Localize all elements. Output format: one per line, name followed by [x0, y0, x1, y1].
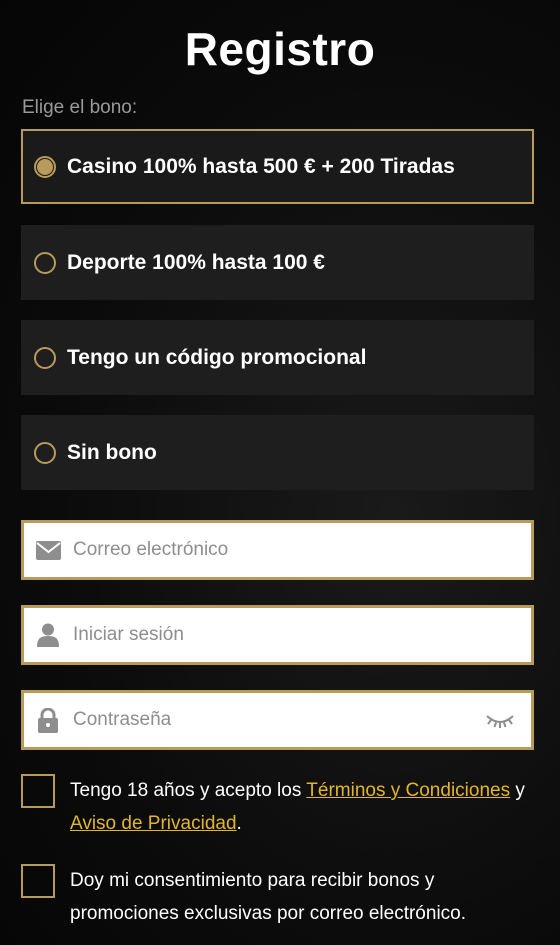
user-icon: [35, 623, 61, 647]
bonus-option-label: Tengo un código promocional: [67, 345, 367, 369]
radio-selected-icon[interactable]: [34, 155, 56, 178]
marketing-consent-checkbox[interactable]: [21, 864, 55, 898]
email-field: [21, 520, 534, 580]
login-field: [21, 605, 534, 665]
terms-link[interactable]: Términos y Condiciones: [306, 780, 510, 801]
page-title: Registro: [184, 23, 376, 75]
age-consent-text: Tengo 18 años y acepto los Términos y Co…: [70, 774, 525, 840]
radio-icon[interactable]: [34, 346, 56, 369]
radio-icon[interactable]: [34, 251, 56, 274]
bonus-option-no-bonus[interactable]: Sin bono: [21, 415, 534, 490]
bonus-label: Elige el bono:: [22, 97, 138, 118]
bonus-option-sport[interactable]: Deporte 100% hasta 100 €: [21, 225, 534, 300]
email-input[interactable]: [73, 523, 531, 577]
age-consent-text-mid: y: [510, 780, 525, 801]
password-field: [21, 690, 534, 750]
password-input[interactable]: [73, 693, 485, 747]
marketing-consent-text: Doy mi consentimiento para recibir bonos…: [70, 870, 467, 924]
envelope-icon: [35, 538, 61, 562]
bonus-option-label: Deporte 100% hasta 100 €: [67, 250, 325, 274]
bonus-option-promo-code[interactable]: Tengo un código promocional: [21, 320, 534, 395]
privacy-link[interactable]: Aviso de Privacidad: [70, 813, 237, 834]
marketing-consent-row: Doy mi consentimiento para recibir bonos…: [21, 864, 536, 930]
age-consent-row: Tengo 18 años y acepto los Términos y Co…: [21, 774, 536, 840]
bonus-option-label: Sin bono: [67, 440, 157, 464]
lock-icon: [35, 707, 61, 733]
age-consent-checkbox[interactable]: [21, 774, 55, 808]
radio-icon[interactable]: [34, 441, 56, 464]
eye-closed-icon[interactable]: [485, 710, 515, 730]
bonus-option-label: Casino 100% hasta 500 € + 200 Tiradas: [67, 154, 455, 178]
age-consent-text-before: Tengo 18 años y acepto los: [70, 780, 307, 801]
age-consent-text-after: .: [236, 813, 242, 834]
bonus-option-casino[interactable]: Casino 100% hasta 500 € + 200 Tiradas: [21, 129, 534, 204]
login-input[interactable]: [73, 608, 531, 662]
